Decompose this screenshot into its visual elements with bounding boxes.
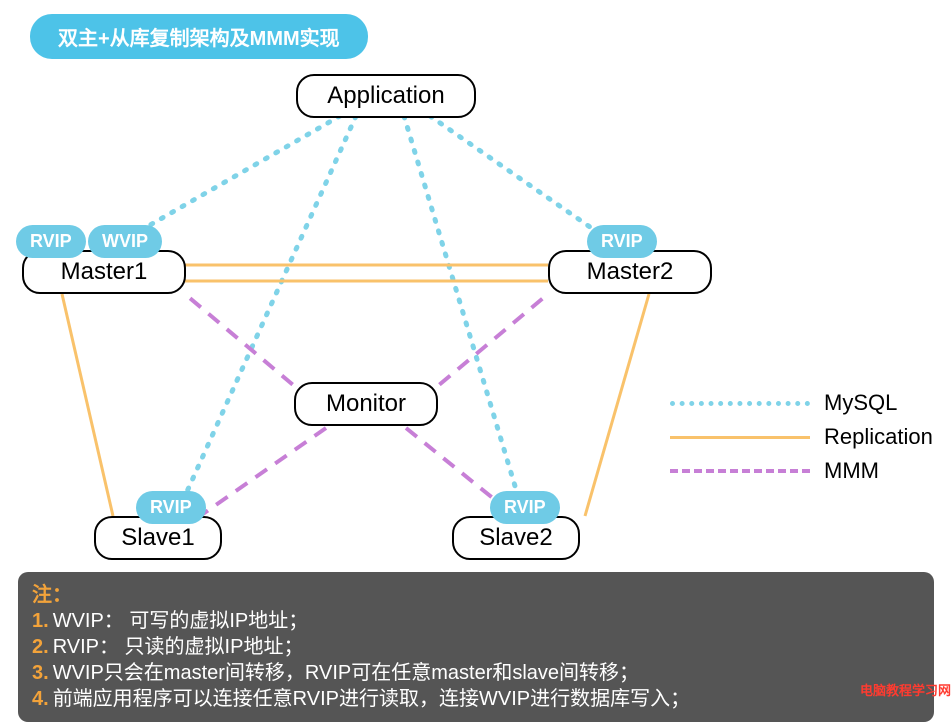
legend-swatch xyxy=(670,469,810,473)
node-label: Master1 xyxy=(61,258,148,286)
node-label: Monitor xyxy=(326,390,406,418)
legend-label: Replication xyxy=(824,424,933,450)
notes-item: 2.RVIP： 只读的虚拟IP地址； xyxy=(32,634,920,660)
notes-heading: 注： xyxy=(32,582,920,608)
diagram-title: 双主+从库复制架构及MMM实现 xyxy=(30,14,368,59)
notes-list: 1.WVIP： 可写的虚拟IP地址； 2.RVIP： 只读的虚拟IP地址； 3.… xyxy=(32,608,920,712)
vip-wvip: WVIP xyxy=(88,225,162,258)
vip-rvip: RVIP xyxy=(587,225,657,258)
legend: MySQL Replication MMM xyxy=(670,386,933,488)
node-label: Slave1 xyxy=(121,524,194,552)
legend-row-replication: Replication xyxy=(670,420,933,454)
legend-row-mysql: MySQL xyxy=(670,386,933,420)
notes-panel: 注： 1.WVIP： 可写的虚拟IP地址； 2.RVIP： 只读的虚拟IP地址；… xyxy=(18,572,934,722)
legend-row-mmm: MMM xyxy=(670,454,933,488)
watermark: 电脑教程学习网 xyxy=(860,680,951,699)
notes-item: 4.前端应用程序可以连接任意RVIP进行读取，连接WVIP进行数据库写入； xyxy=(32,686,920,712)
vip-rvip: RVIP xyxy=(16,225,86,258)
vip-rvip: RVIP xyxy=(136,491,206,524)
node-label: Application xyxy=(327,82,444,110)
notes-item: 3.WVIP只会在master间转移，RVIP可在任意master和slave间… xyxy=(32,660,920,686)
legend-label: MySQL xyxy=(824,390,897,416)
node-monitor: Monitor xyxy=(294,382,438,426)
node-label: Master2 xyxy=(587,258,674,286)
legend-label: MMM xyxy=(824,458,879,484)
legend-swatch xyxy=(670,436,810,439)
node-application: Application xyxy=(296,74,476,118)
notes-item: 1.WVIP： 可写的虚拟IP地址； xyxy=(32,608,920,634)
node-label: Slave2 xyxy=(479,524,552,552)
vip-rvip: RVIP xyxy=(490,491,560,524)
legend-swatch xyxy=(670,401,810,406)
